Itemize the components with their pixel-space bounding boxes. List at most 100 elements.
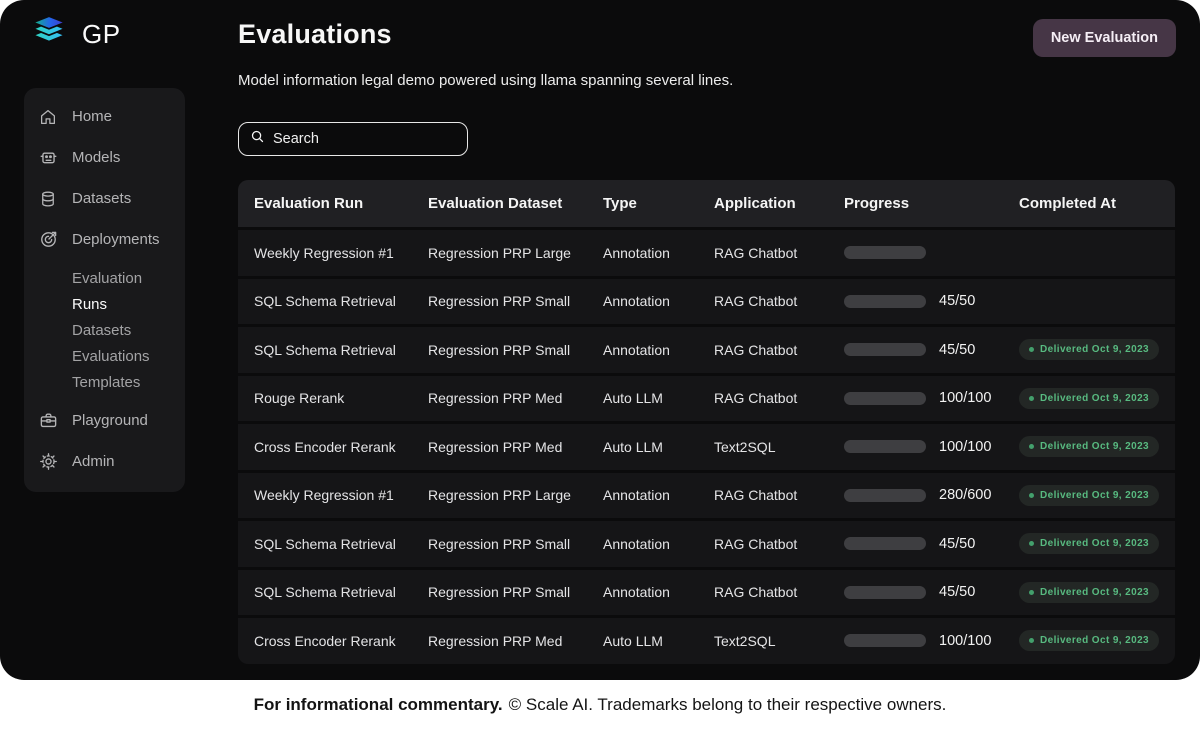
delivered-status-badge: Delivered Oct 9, 2023: [1019, 630, 1159, 651]
status-dot-icon: [1029, 444, 1034, 449]
progress-bar: [844, 489, 926, 502]
delivered-status-text: Delivered Oct 9, 2023: [1040, 344, 1149, 355]
evaluation-dataset-cell: Regression PRP Large: [412, 487, 587, 503]
progress-bar: [844, 246, 926, 259]
progress-cell: 100/100: [828, 439, 1003, 455]
table-row[interactable]: SQL Schema RetrievalRegression PRP Small…: [238, 279, 1175, 325]
brand-logo-icon: [30, 14, 68, 55]
sidebar-item-playground[interactable]: Playground: [24, 400, 185, 441]
completed-at-cell: Delivered Oct 9, 2023: [1003, 339, 1175, 360]
sidebar-item-models[interactable]: Models: [24, 137, 185, 178]
evaluation-dataset-cell: Regression PRP Large: [412, 245, 587, 261]
completed-at-cell: Delivered Oct 9, 2023: [1003, 388, 1175, 409]
type-cell: Auto LLM: [587, 439, 698, 455]
briefcase-icon: [38, 411, 58, 431]
completed-at-cell: Delivered Oct 9, 2023: [1003, 436, 1175, 457]
sidebar-item-evaluation[interactable]: Evaluation: [24, 265, 185, 291]
evaluation-dataset-cell: Regression PRP Small: [412, 342, 587, 358]
completed-at-cell: Delivered Oct 9, 2023: [1003, 533, 1175, 554]
search-field[interactable]: [273, 131, 460, 147]
sidebar-item-evaluations[interactable]: Evaluations: [24, 343, 185, 369]
evaluation-dataset-cell: Regression PRP Small: [412, 584, 587, 600]
table-row[interactable]: Cross Encoder RerankRegression PRP MedAu…: [238, 424, 1175, 470]
type-cell: Auto LLM: [587, 633, 698, 649]
page-subtitle: Model information legal demo powered usi…: [238, 72, 1176, 89]
sidebar-item-datasets[interactable]: Datasets: [24, 178, 185, 219]
robot-icon: [38, 148, 58, 168]
progress-bar: [844, 440, 926, 453]
completed-at-cell: Delivered Oct 9, 2023: [1003, 630, 1175, 651]
column-header-evaluation-dataset: Evaluation Dataset: [412, 195, 587, 212]
application-cell: RAG Chatbot: [698, 293, 828, 309]
sidebar-item-label: Home: [72, 108, 112, 125]
delivered-status-text: Delivered Oct 9, 2023: [1040, 538, 1149, 549]
evaluation-dataset-cell: Regression PRP Med: [412, 439, 587, 455]
type-cell: Annotation: [587, 536, 698, 552]
progress-label: 100/100: [939, 390, 991, 406]
delivered-status-text: Delivered Oct 9, 2023: [1040, 441, 1149, 452]
sidebar-item-label: Models: [72, 149, 120, 166]
sidebar-item-admin[interactable]: Admin: [24, 441, 185, 482]
status-dot-icon: [1029, 347, 1034, 352]
table-row[interactable]: SQL Schema RetrievalRegression PRP Small…: [238, 570, 1175, 616]
main-content: Evaluations New Evaluation Model informa…: [238, 0, 1176, 664]
progress-cell: 45/50: [828, 293, 1003, 309]
progress-bar: [844, 295, 926, 308]
application-cell: RAG Chatbot: [698, 245, 828, 261]
header-row: Evaluations New Evaluation: [238, 0, 1176, 57]
table-row[interactable]: SQL Schema RetrievalRegression PRP Small…: [238, 327, 1175, 373]
sidebar-item-deployments[interactable]: Deployments: [24, 219, 185, 260]
application-cell: RAG Chatbot: [698, 390, 828, 406]
delivered-status-badge: Delivered Oct 9, 2023: [1019, 582, 1159, 603]
application-cell: RAG Chatbot: [698, 536, 828, 552]
type-cell: Annotation: [587, 584, 698, 600]
progress-label: 45/50: [939, 342, 975, 358]
footer-bold-text: For informational commentary.: [254, 695, 503, 715]
table-row[interactable]: Weekly Regression #1Regression PRP Large…: [238, 473, 1175, 519]
application-cell: RAG Chatbot: [698, 584, 828, 600]
table-row[interactable]: Weekly Regression #1Regression PRP Large…: [238, 230, 1175, 276]
table-body: Weekly Regression #1Regression PRP Large…: [238, 230, 1175, 664]
evaluation-dataset-cell: Regression PRP Small: [412, 536, 587, 552]
column-header-application: Application: [698, 195, 828, 212]
delivered-status-badge: Delivered Oct 9, 2023: [1019, 485, 1159, 506]
brand: GP: [30, 14, 121, 55]
new-evaluation-button[interactable]: New Evaluation: [1033, 19, 1176, 57]
screen: GP Home Models Datasets Deployments Evaluati…: [0, 0, 1200, 730]
completed-at-cell: Delivered Oct 9, 2023: [1003, 582, 1175, 603]
table-row[interactable]: Rouge RerankRegression PRP MedAuto LLMRA…: [238, 376, 1175, 422]
progress-label: 100/100: [939, 439, 991, 455]
progress-cell: 45/50: [828, 342, 1003, 358]
table-row[interactable]: Cross Encoder RerankRegression PRP MedAu…: [238, 618, 1175, 664]
progress-cell: 100/100: [828, 633, 1003, 649]
sidebar-item-label: Datasets: [72, 190, 131, 207]
column-header-type: Type: [587, 195, 698, 212]
status-dot-icon: [1029, 396, 1034, 401]
sidebar-item-home[interactable]: Home: [24, 96, 185, 137]
table-row[interactable]: SQL Schema RetrievalRegression PRP Small…: [238, 521, 1175, 567]
search-input[interactable]: [238, 122, 468, 156]
sidebar-item-templates[interactable]: Templates: [24, 369, 185, 395]
progress-label: 100/100: [939, 633, 991, 649]
sidebar-item-datasets[interactable]: Datasets: [24, 317, 185, 343]
progress-label: 45/50: [939, 293, 975, 309]
evaluation-run-cell: SQL Schema Retrieval: [238, 536, 412, 552]
evaluations-table: Evaluation RunEvaluation DatasetTypeAppl…: [238, 180, 1175, 664]
column-header-progress: Progress: [828, 195, 1003, 212]
evaluation-run-cell: Weekly Regression #1: [238, 487, 412, 503]
completed-at-cell: Delivered Oct 9, 2023: [1003, 485, 1175, 506]
status-dot-icon: [1029, 590, 1034, 595]
progress-bar: [844, 343, 926, 356]
progress-cell: [828, 246, 1003, 259]
delivered-status-badge: Delivered Oct 9, 2023: [1019, 533, 1159, 554]
sidebar-item-runs[interactable]: Runs: [24, 291, 185, 317]
application-cell: RAG Chatbot: [698, 342, 828, 358]
search-icon: [250, 129, 265, 149]
evaluation-run-cell: Rouge Rerank: [238, 390, 412, 406]
delivered-status-text: Delivered Oct 9, 2023: [1040, 587, 1149, 598]
progress-label: 45/50: [939, 584, 975, 600]
progress-bar: [844, 586, 926, 599]
delivered-status-text: Delivered Oct 9, 2023: [1040, 393, 1149, 404]
sidebar-nav: Home Models Datasets Deployments EvaluationR…: [24, 88, 185, 492]
sidebar-item-label: Playground: [72, 412, 148, 429]
